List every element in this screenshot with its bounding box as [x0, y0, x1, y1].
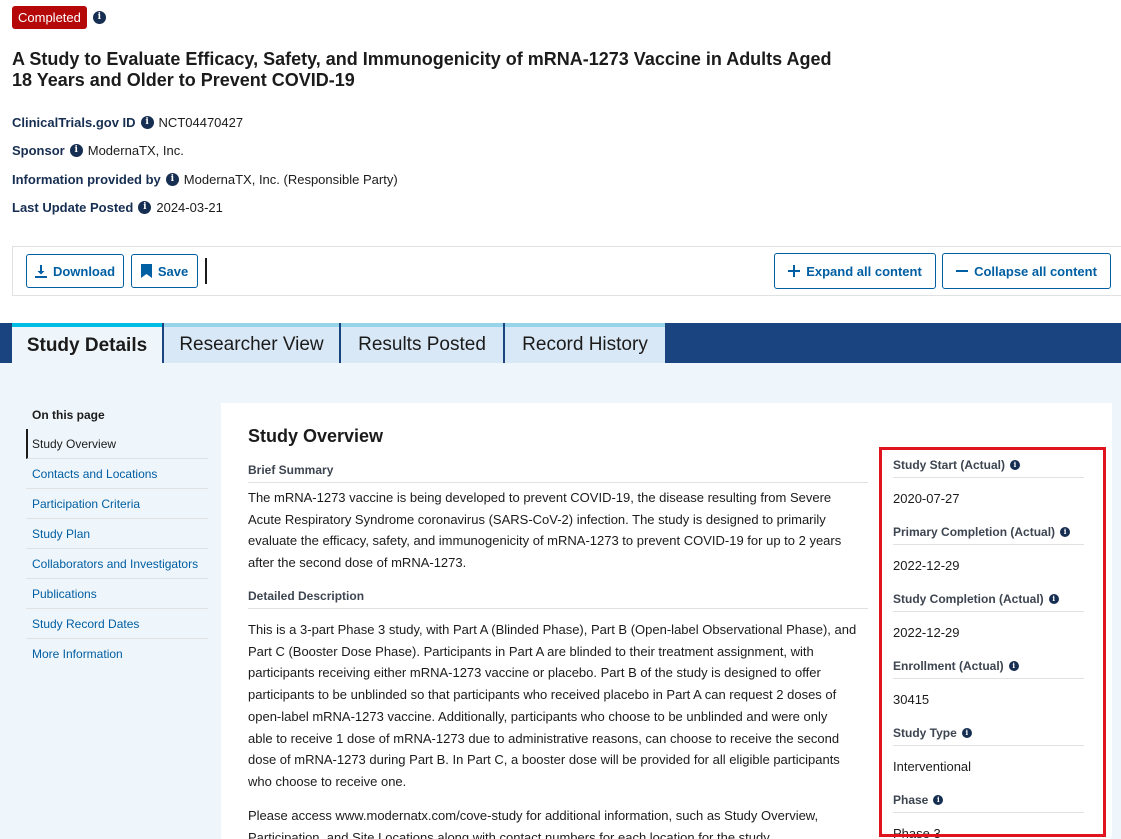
- brief-summary-heading: Brief Summary: [248, 463, 868, 483]
- tab-researcher-view[interactable]: Researcher View: [164, 323, 339, 363]
- action-toolbar: Download Save Expand all content Collaps…: [12, 246, 1121, 296]
- sidebar-item-more-information[interactable]: More Information: [26, 639, 208, 669]
- highlight-box: [879, 447, 1106, 837]
- minus-icon: [956, 270, 969, 272]
- text-line: Please access www.modernatx.com/cove-stu…: [248, 808, 819, 823]
- meta-value: 2024-03-21: [156, 200, 223, 215]
- tab-study-details[interactable]: Study Details: [12, 323, 162, 365]
- text-line: Part C (Booster Dose Phase). Participant…: [248, 643, 814, 659]
- text-line: evaluate the efficacy, safety, and immun…: [248, 533, 842, 549]
- sidebar-item-study-overview[interactable]: Study Overview: [26, 429, 208, 459]
- toolbar-divider: [205, 258, 207, 284]
- info-icon[interactable]: i: [69, 144, 83, 157]
- meta-label: ClinicalTrials.gov ID: [12, 115, 136, 130]
- meta-value: NCT04470427: [158, 115, 244, 130]
- additional-info-text: Please access www.modernatx.com/cove-stu…: [248, 805, 863, 839]
- info-icon[interactable]: i: [140, 116, 154, 129]
- info-icon[interactable]: i: [138, 201, 152, 214]
- text-line: open-label mRNA-1273 vaccine. Additional…: [248, 708, 828, 724]
- sidebar-heading: On this page: [32, 408, 105, 422]
- meta-last-update: Last Update Posted i 2024-03-21: [12, 200, 223, 215]
- meta-label: Sponsor: [12, 143, 65, 158]
- brief-summary-text: The mRNA-1273 vaccine is being developed…: [248, 487, 863, 574]
- status-row: Completed i: [12, 6, 106, 29]
- collapse-all-button[interactable]: Collapse all content: [942, 253, 1111, 289]
- download-icon: [34, 264, 47, 278]
- collapse-label: Collapse all content: [974, 263, 1097, 279]
- text-line: Acute Respiratory Syndrome coronavirus (…: [248, 511, 826, 527]
- expand-all-button[interactable]: Expand all content: [774, 253, 936, 289]
- info-icon[interactable]: i: [165, 173, 179, 186]
- meta-label: Information provided by: [12, 172, 161, 187]
- text-line: dose of mRNA-1273 during Part B. In Part…: [248, 752, 840, 768]
- status-badge: Completed: [12, 6, 87, 29]
- tab-bar: Study Details Researcher View Results Po…: [0, 323, 1121, 365]
- meta-info-provided: Information provided by i ModernaTX, Inc…: [12, 172, 398, 187]
- bookmark-icon: [140, 264, 152, 278]
- info-icon[interactable]: i: [92, 11, 106, 24]
- plus-icon: [788, 265, 801, 277]
- download-button[interactable]: Download: [26, 254, 124, 288]
- sidebar-item-record-dates[interactable]: Study Record Dates: [26, 609, 208, 639]
- text-line: participants receiving either mRNA-1273 …: [248, 665, 821, 681]
- sidebar-item-contacts-locations[interactable]: Contacts and Locations: [26, 459, 208, 489]
- sidebar-item-publications[interactable]: Publications: [26, 579, 208, 609]
- sidebar-item-collaborators[interactable]: Collaborators and Investigators: [26, 549, 208, 579]
- detailed-description-text: This is a 3-part Phase 3 study, with Par…: [248, 619, 863, 793]
- text-line: who choose to receive one.: [248, 773, 407, 789]
- meta-sponsor: Sponsor i ModernaTX, Inc.: [12, 143, 184, 158]
- meta-nct-id: ClinicalTrials.gov ID i NCT04470427: [12, 115, 243, 130]
- page-title: A Study to Evaluate Efficacy, Safety, an…: [12, 49, 832, 90]
- save-label: Save: [157, 263, 189, 279]
- sidebar-item-study-plan[interactable]: Study Plan: [26, 519, 208, 549]
- sidebar-item-participation-criteria[interactable]: Participation Criteria: [26, 489, 208, 519]
- text-line: The mRNA-1273 vaccine is being developed…: [248, 490, 832, 505]
- save-button[interactable]: Save: [131, 254, 198, 288]
- text-line: able to receive 1 dose of mRNA-1273 due …: [248, 730, 840, 746]
- tab-record-history[interactable]: Record History: [505, 323, 665, 363]
- meta-value: ModernaTX, Inc.: [87, 143, 184, 158]
- meta-value: ModernaTX, Inc. (Responsible Party): [183, 172, 398, 187]
- detailed-description-heading: Detailed Description: [248, 589, 868, 609]
- section-heading: Study Overview: [248, 426, 384, 446]
- download-label: Download: [52, 263, 116, 279]
- text-line: Participation, and Site Locations along …: [248, 829, 773, 839]
- text-line: after the second dose of mRNA-1273.: [248, 555, 467, 571]
- tab-results-posted[interactable]: Results Posted: [341, 323, 503, 363]
- text-line: participants to be unblinded so that par…: [248, 687, 837, 703]
- meta-label: Last Update Posted: [12, 200, 134, 215]
- text-line: This is a 3-part Phase 3 study, with Par…: [248, 622, 857, 637]
- expand-label: Expand all content: [806, 263, 922, 279]
- sidebar-nav: Study Overview Contacts and Locations Pa…: [26, 429, 208, 669]
